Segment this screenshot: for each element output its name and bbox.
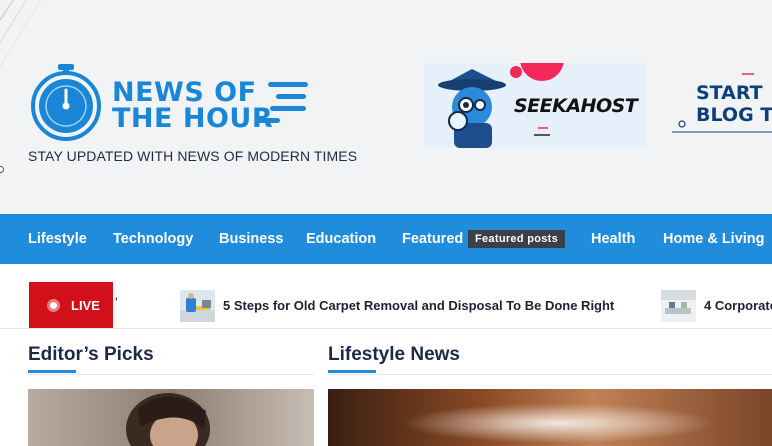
lifestyle-news-image[interactable]	[328, 389, 772, 446]
logo-text: NEWS OF THE HOUR	[112, 79, 274, 134]
logo-line-2: THE HOUR	[112, 103, 274, 134]
seekahost-brand: SEEKAHOST	[514, 95, 638, 117]
seekahost-ad-banner[interactable]: SEEKAHOST	[424, 63, 646, 148]
site-tagline: STAY UPDATED WITH NEWS OF MODERN TIMES	[28, 148, 358, 164]
live-dot-icon	[47, 299, 60, 312]
decorative-streak	[0, 0, 42, 68]
ticker-item-title: 4 Corporate	[704, 298, 772, 313]
start-blog-line-2: BLOG T	[696, 104, 772, 126]
decorative-dot	[0, 166, 4, 173]
ticker-separator: '	[115, 294, 118, 310]
nav-item-featured[interactable]: Featured	[402, 214, 463, 264]
woman-photo	[28, 389, 314, 446]
live-button[interactable]: LIVE	[29, 282, 113, 328]
nav-item-health[interactable]: Health	[591, 214, 635, 264]
site-logo[interactable]: NEWS OF THE HOUR	[30, 64, 320, 144]
nav-item-business[interactable]: Business	[219, 214, 283, 264]
editors-pick-image[interactable]	[28, 389, 314, 446]
news-ticker: LIVE ' 5 Steps for Old Carpet Removal an…	[0, 282, 772, 329]
site-header: NEWS OF THE HOUR STAY UPDATED WITH NEWS …	[0, 0, 772, 214]
lifestyle-photo	[328, 389, 772, 446]
start-blog-text: START BLOG T	[696, 82, 772, 126]
office-thumbnail	[661, 290, 696, 322]
nav-item-lifestyle[interactable]: Lifestyle	[28, 214, 87, 264]
carpet-cleaning-thumbnail	[180, 290, 215, 322]
section-divider	[328, 374, 772, 375]
editors-picks-title[interactable]: Editor’s Picks	[28, 344, 154, 373]
lifestyle-news-title[interactable]: Lifestyle News	[328, 344, 460, 373]
nav-item-home-living[interactable]: Home & Living	[663, 214, 765, 264]
main-nav: Lifestyle Technology Business Education …	[0, 214, 772, 264]
section-divider	[28, 374, 314, 375]
nav-item-education[interactable]: Education	[306, 214, 376, 264]
start-blog-line-1: START	[696, 82, 763, 104]
nav-item-technology[interactable]: Technology	[113, 214, 193, 264]
start-blog-ad-banner[interactable]: START BLOG T	[668, 70, 772, 138]
live-label: LIVE	[71, 298, 100, 313]
featured-posts-badge: Featured posts	[468, 230, 566, 248]
ticker-item-title: 5 Steps for Old Carpet Removal and Dispo…	[223, 298, 615, 313]
